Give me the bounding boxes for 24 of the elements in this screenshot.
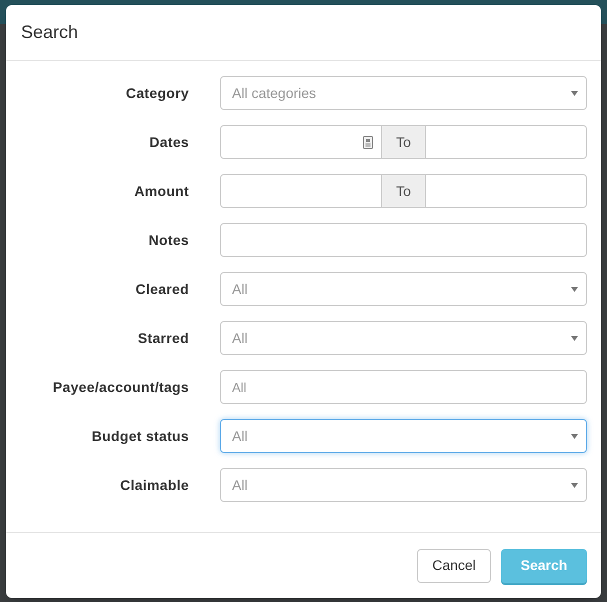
field-label: Cleared xyxy=(134,280,189,298)
caret-icon xyxy=(571,434,578,438)
field-label: Budget status xyxy=(90,426,189,446)
select-field[interactable]: All xyxy=(220,272,587,306)
field-label: Amount xyxy=(133,182,189,200)
select-field[interactable]: All categories xyxy=(220,76,587,110)
field-label: Category xyxy=(124,84,189,103)
field-label: Payee/account/tags xyxy=(52,378,189,397)
caret-icon xyxy=(571,286,578,292)
cancel-button[interactable]: Cancel xyxy=(417,548,491,582)
select-field[interactable]: All xyxy=(220,419,587,453)
search-button[interactable]: Search xyxy=(501,548,587,582)
dialog-title: Search xyxy=(21,21,78,44)
text-field[interactable]: All xyxy=(220,370,587,404)
select-field[interactable]: All xyxy=(220,468,587,502)
caret-icon xyxy=(571,336,578,340)
field-label: Claimable xyxy=(119,476,189,494)
caret-icon xyxy=(571,482,578,488)
select-field[interactable]: All xyxy=(220,321,587,355)
text-field[interactable] xyxy=(220,223,587,257)
field-label: Dates xyxy=(148,132,189,152)
caret-icon xyxy=(571,90,578,96)
field-label: Starred xyxy=(136,328,189,348)
field-label: Notes xyxy=(148,230,189,250)
